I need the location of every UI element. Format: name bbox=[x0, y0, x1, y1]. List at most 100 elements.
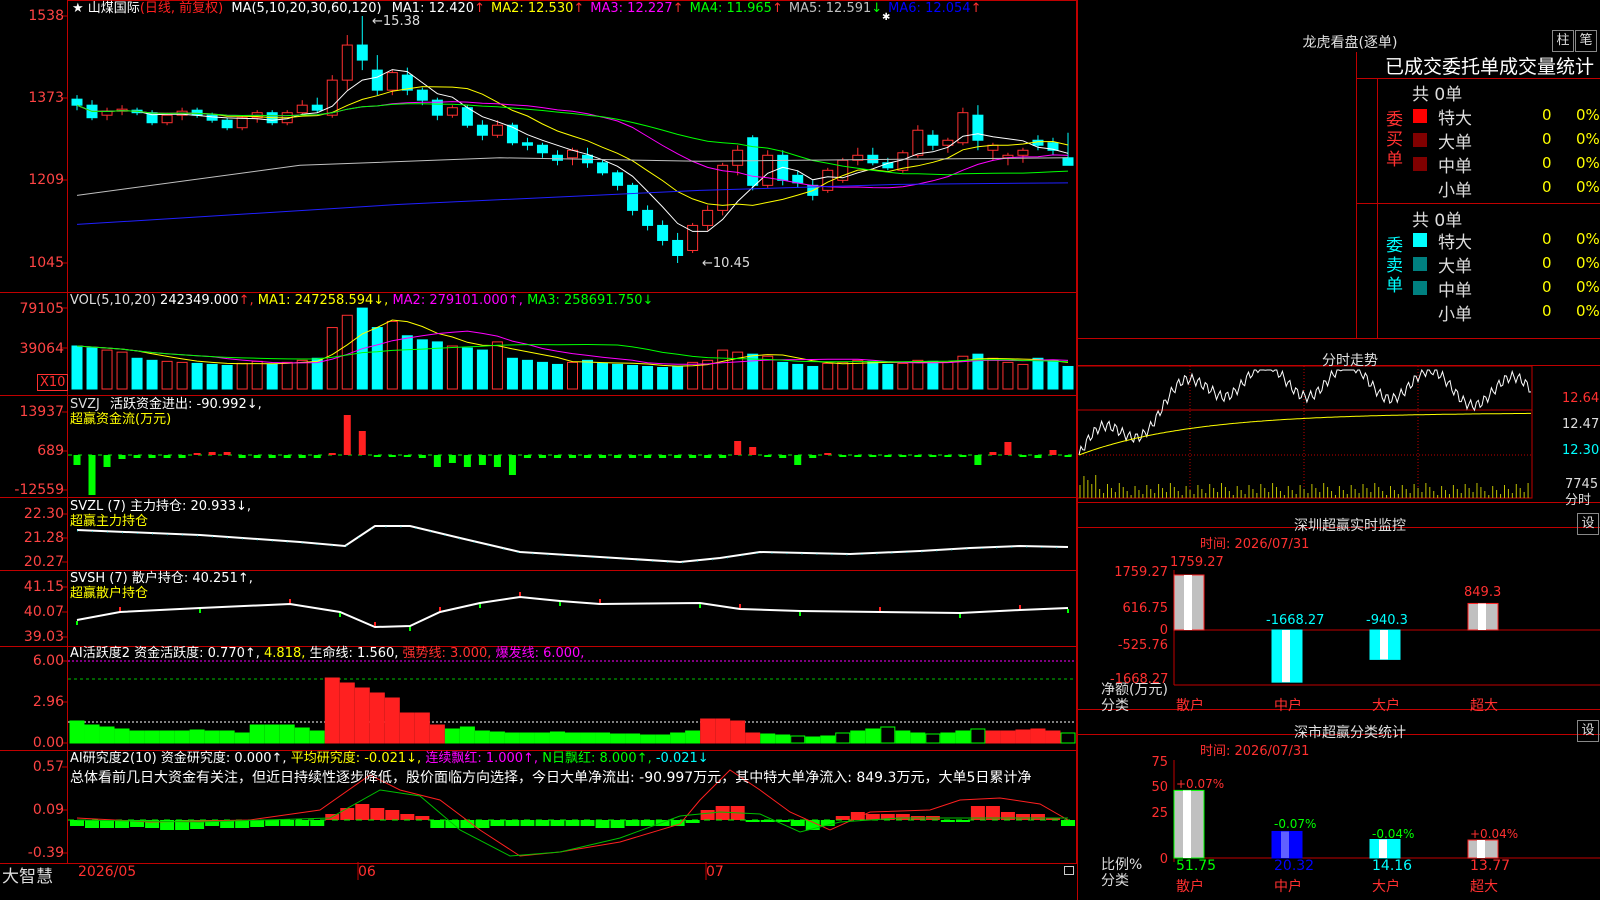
svzj-subtitle: 超赢资金流(万元) bbox=[70, 412, 172, 427]
vol-y-tick: 79105 bbox=[19, 301, 64, 317]
volume-bar bbox=[927, 360, 939, 390]
svsh-tick bbox=[339, 613, 341, 617]
svzj-y-tick: 13937 bbox=[19, 404, 64, 420]
lhb-title: 龙虎看盘(逐单) bbox=[1302, 35, 1398, 51]
volume-bar bbox=[1017, 363, 1029, 390]
ai-activity-bar bbox=[835, 732, 851, 744]
svzj-bar bbox=[268, 455, 276, 458]
svsh-y-tick: 40.07 bbox=[23, 604, 64, 620]
svzj-bar bbox=[283, 455, 291, 458]
column-view-button[interactable]: 柱 bbox=[1552, 30, 1574, 52]
svsh-tick bbox=[599, 599, 601, 603]
stats-xlabel: 分类 bbox=[1101, 873, 1129, 889]
volume-bar bbox=[221, 364, 233, 390]
buy-row-label: 大单 bbox=[1438, 133, 1472, 153]
svzj-bar bbox=[403, 455, 411, 457]
monitor-value-label: -940.3 bbox=[1366, 613, 1408, 628]
volume-bar bbox=[431, 341, 443, 390]
sell-row-percent: 0% bbox=[1576, 278, 1600, 296]
ai-activity-bar bbox=[279, 724, 295, 744]
svsh-tick bbox=[959, 614, 961, 618]
tick-view-button[interactable]: 笔 bbox=[1575, 30, 1597, 52]
volume-bar bbox=[882, 363, 894, 390]
monitor-bars bbox=[1173, 574, 1499, 683]
svzj-bar bbox=[959, 455, 967, 457]
svzj-bar bbox=[824, 453, 832, 455]
lhb-tabs[interactable]: 已成交委托单成交量统计 bbox=[1385, 56, 1594, 78]
candle-body bbox=[732, 149, 744, 166]
lock-icon[interactable] bbox=[1064, 866, 1074, 875]
candle-body bbox=[747, 137, 759, 186]
ai-activity-bar bbox=[670, 732, 686, 744]
candle-body bbox=[191, 109, 203, 116]
ma-params: MA(5,10,20,30,60,120) bbox=[231, 1, 382, 16]
monitor-bar-highlight bbox=[1282, 630, 1290, 683]
ai-activity-bar bbox=[129, 730, 145, 744]
vol-unit-badge[interactable]: X10 bbox=[37, 374, 69, 391]
low-annotation: ←10.45 bbox=[702, 256, 751, 271]
stats-title: 深市超赢分类统计 bbox=[1294, 725, 1406, 741]
monitor-y-tick: -525.76 bbox=[1117, 638, 1168, 653]
monitor-value-label: 849.3 bbox=[1464, 585, 1502, 600]
ai-research-bar bbox=[850, 812, 865, 820]
volume-bars bbox=[71, 307, 1074, 390]
ai-activity-bar bbox=[865, 728, 881, 744]
volume-bar bbox=[266, 363, 278, 390]
buy-row-percent: 0% bbox=[1576, 106, 1600, 124]
svzj-bar bbox=[493, 455, 501, 467]
candle-body bbox=[506, 124, 518, 144]
svzj-bar bbox=[508, 455, 516, 475]
ai-activity-bar bbox=[985, 730, 1001, 744]
stats-value-label: 20.32 bbox=[1274, 858, 1315, 874]
svzj-header: SVZJ 活跃资金进出: -90.992↓, bbox=[70, 397, 262, 412]
ai-activity-bar bbox=[504, 732, 520, 744]
ai-research-bar bbox=[415, 816, 430, 820]
svzj-bar bbox=[1034, 455, 1042, 458]
volume-bar bbox=[506, 357, 518, 390]
intraday-y-tick: 12.47 bbox=[1562, 417, 1600, 432]
svzj-bar bbox=[644, 455, 652, 458]
monitor-settings-button[interactable]: 设 bbox=[1577, 513, 1599, 535]
ai-research-bar bbox=[340, 808, 355, 820]
svzj-bar bbox=[178, 455, 186, 458]
candle-body bbox=[341, 44, 353, 81]
ai-research-bar bbox=[370, 808, 385, 820]
svzj-bar bbox=[133, 455, 141, 458]
buy-total: 共 0单 bbox=[1412, 85, 1463, 105]
ai-research-bar bbox=[835, 816, 850, 820]
ai-research-bar bbox=[85, 820, 100, 828]
candle-body bbox=[296, 104, 308, 114]
ai-activity-bar bbox=[84, 724, 100, 744]
stats-bar-highlight bbox=[1477, 840, 1485, 858]
sell-row-label: 中单 bbox=[1438, 281, 1472, 301]
ai-activity-bar bbox=[745, 732, 761, 744]
vol-ma-line-10 bbox=[76, 330, 1069, 365]
star-icon[interactable]: ★ bbox=[72, 1, 84, 16]
ai-research-bar bbox=[550, 820, 565, 826]
monitor-category: 大户 bbox=[1372, 698, 1400, 714]
ai-activity-bar bbox=[549, 731, 565, 744]
candle-body bbox=[972, 114, 984, 141]
svzj-bar bbox=[674, 455, 682, 458]
volume-bar bbox=[146, 359, 158, 390]
candle-body bbox=[221, 119, 233, 129]
stats-change-label: +0.07% bbox=[1176, 777, 1225, 791]
ai-activity-bar bbox=[940, 732, 956, 744]
candle-body bbox=[627, 184, 639, 211]
ai-activity-bar bbox=[715, 718, 731, 744]
volume-bar bbox=[1002, 361, 1014, 390]
brand-logo[interactable]: 大智慧 bbox=[2, 862, 53, 887]
high-annotation: ←15.38 bbox=[372, 14, 421, 29]
monitor-title: 深圳超赢实时监控 bbox=[1294, 518, 1406, 534]
svzj-bar bbox=[538, 455, 546, 458]
svzj-bar bbox=[1004, 442, 1012, 455]
stats-time: 时间: 2026/07/31 bbox=[1200, 744, 1310, 759]
date-axis-label: 07 bbox=[706, 864, 724, 880]
volume-bar bbox=[777, 361, 789, 390]
candle-body bbox=[912, 129, 924, 156]
volume-bar bbox=[567, 361, 578, 390]
stats-settings-button[interactable]: 设 bbox=[1577, 720, 1599, 742]
ai-activity-bar bbox=[399, 712, 415, 744]
svzl-y-tick: 20.27 bbox=[23, 554, 64, 570]
svzj-bar bbox=[298, 455, 306, 458]
